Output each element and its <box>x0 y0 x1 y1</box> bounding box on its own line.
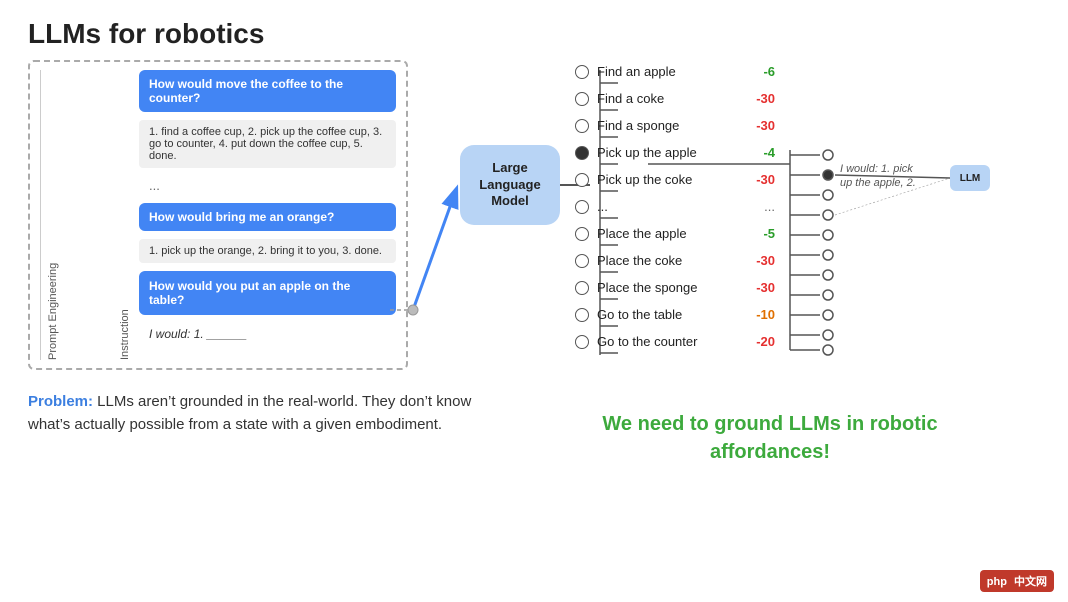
tree-rows: Find an apple-6Find a coke-30Find a spon… <box>575 58 1045 355</box>
problem-label: Problem: <box>28 393 93 410</box>
tree-panel: Find an apple-6Find a coke-30Find a spon… <box>575 58 1045 355</box>
tree-node-circle <box>575 335 589 349</box>
tree-node-score: ... <box>737 199 775 214</box>
tree-row: Pick up the apple-4 <box>575 139 1045 166</box>
tree-node-score: -30 <box>737 118 775 133</box>
tree-node-label: Go to the table <box>597 307 737 322</box>
llm-box: LargeLanguageModel <box>460 145 560 225</box>
tree-node-circle <box>575 200 589 214</box>
tree-row: Place the sponge-30 <box>575 274 1045 301</box>
tree-node-score: -30 <box>737 280 775 295</box>
chat-area: How would move the coffee to the counter… <box>139 70 396 360</box>
chat-response-2: 1. pick up the orange, 2. bring it to yo… <box>139 239 396 263</box>
tree-node-score: -4 <box>737 145 775 160</box>
tree-node-score: -5 <box>737 226 775 241</box>
problem-paragraph: Problem: LLMs aren’t grounded in the rea… <box>28 390 478 437</box>
tree-node-score: -20 <box>737 334 775 349</box>
left-panel: Prompt Engineering Instruction How would… <box>28 60 408 370</box>
tree-node-label: Go to the counter <box>597 334 737 349</box>
tree-row: Find a coke-30 <box>575 85 1045 112</box>
tree-row: Find a sponge-30 <box>575 112 1045 139</box>
tree-row: Go to the table-10 <box>575 301 1045 328</box>
label-prompt-engineering: Prompt Engineering <box>47 70 59 360</box>
php-badge: php 中文网 <box>980 570 1054 592</box>
instruction-text: I would: 1. ______ <box>139 323 396 345</box>
page-title: LLMs for robotics <box>28 18 264 50</box>
tree-node-label: Place the coke <box>597 253 737 268</box>
tree-node-label: Find a sponge <box>597 118 737 133</box>
tree-node-score: -30 <box>737 253 775 268</box>
problem-text: LLMs aren’t grounded in the real-world. … <box>28 393 471 433</box>
label-instruction: Instruction <box>119 70 131 360</box>
tree-node-circle <box>575 92 589 106</box>
tree-node-score: -6 <box>737 64 775 79</box>
sidebar-labels: Prompt Engineering Instruction <box>40 70 131 360</box>
tree-row: Find an apple-6 <box>575 58 1045 85</box>
chat-bubble-2: How would bring me an orange? <box>139 203 396 231</box>
tree-node-circle <box>575 173 589 187</box>
ellipsis-1: ... <box>139 176 396 195</box>
tree-node-circle <box>575 146 589 160</box>
tree-node-score: -30 <box>737 91 775 106</box>
tree-node-circle <box>575 254 589 268</box>
tree-node-label: Place the apple <box>597 226 737 241</box>
tree-node-circle <box>575 65 589 79</box>
tree-node-circle <box>575 281 589 295</box>
tree-node-circle <box>575 227 589 241</box>
tree-row: Place the coke-30 <box>575 247 1045 274</box>
chat-bubble-1: How would move the coffee to the counter… <box>139 70 396 112</box>
tree-node-label: Find an apple <box>597 64 737 79</box>
tree-node-circle <box>575 308 589 322</box>
tree-row: Place the apple-5 <box>575 220 1045 247</box>
tree-node-label: Pick up the apple <box>597 145 737 160</box>
tree-node-label: Place the sponge <box>597 280 737 295</box>
tree-node-score: -10 <box>737 307 775 322</box>
php-text: php <box>987 576 1007 588</box>
chat-response-1: 1. find a coffee cup, 2. pick up the cof… <box>139 120 396 168</box>
tree-row: Pick up the coke-30 <box>575 166 1045 193</box>
tree-node-circle <box>575 119 589 133</box>
solution-text: We need to ground LLMs in robotic afford… <box>570 410 970 466</box>
tooltip-text: I would: 1. pick up the apple, 2. <box>840 162 920 191</box>
chat-bubble-3: How would you put an apple on the table? <box>139 271 396 315</box>
tree-row: ...... <box>575 193 1045 220</box>
bottom-left-section: Problem: LLMs aren’t grounded in the rea… <box>28 390 478 437</box>
bottom-right-section: We need to ground LLMs in robotic afford… <box>570 410 970 466</box>
tree-node-label: Find a coke <box>597 91 737 106</box>
tree-node-label: Pick up the coke <box>597 172 737 187</box>
tree-node-label: ... <box>597 199 737 214</box>
tree-row: Go to the counter-20 <box>575 328 1045 355</box>
cn-text: 中文网 <box>1011 576 1047 588</box>
tree-node-score: -30 <box>737 172 775 187</box>
